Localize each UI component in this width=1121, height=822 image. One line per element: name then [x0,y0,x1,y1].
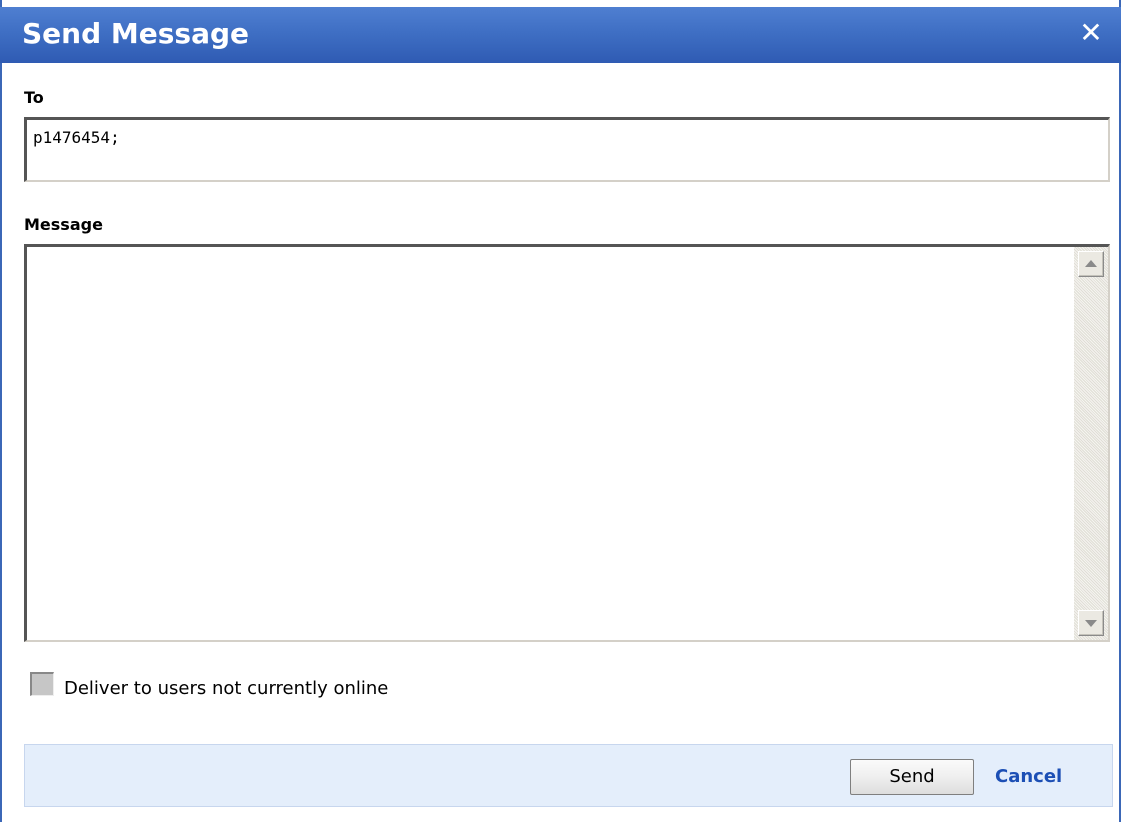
close-icon[interactable]: ✕ [1077,19,1105,47]
message-textarea[interactable] [27,247,1074,640]
arrow-down-icon [1085,620,1097,627]
send-message-dialog: Send Message ✕ To p1476454; Message Deli… [0,0,1121,822]
arrow-up-icon [1085,260,1097,267]
dialog-title: Send Message [22,17,249,50]
scroll-down-button[interactable] [1078,610,1104,636]
to-field[interactable]: p1476454; [24,117,1110,182]
dialog-titlebar: Send Message ✕ [0,7,1121,63]
message-label: Message [24,215,103,234]
deliver-offline-checkbox[interactable] [30,672,54,696]
scroll-up-button[interactable] [1078,251,1104,277]
send-button[interactable]: Send [850,759,974,795]
message-scrollbar[interactable] [1074,247,1108,640]
deliver-offline-label[interactable]: Deliver to users not currently online [64,678,388,699]
to-label: To [24,88,44,107]
cancel-link[interactable]: Cancel [995,766,1062,787]
dialog-footer: Send Cancel [24,744,1113,807]
message-field [24,244,1110,642]
